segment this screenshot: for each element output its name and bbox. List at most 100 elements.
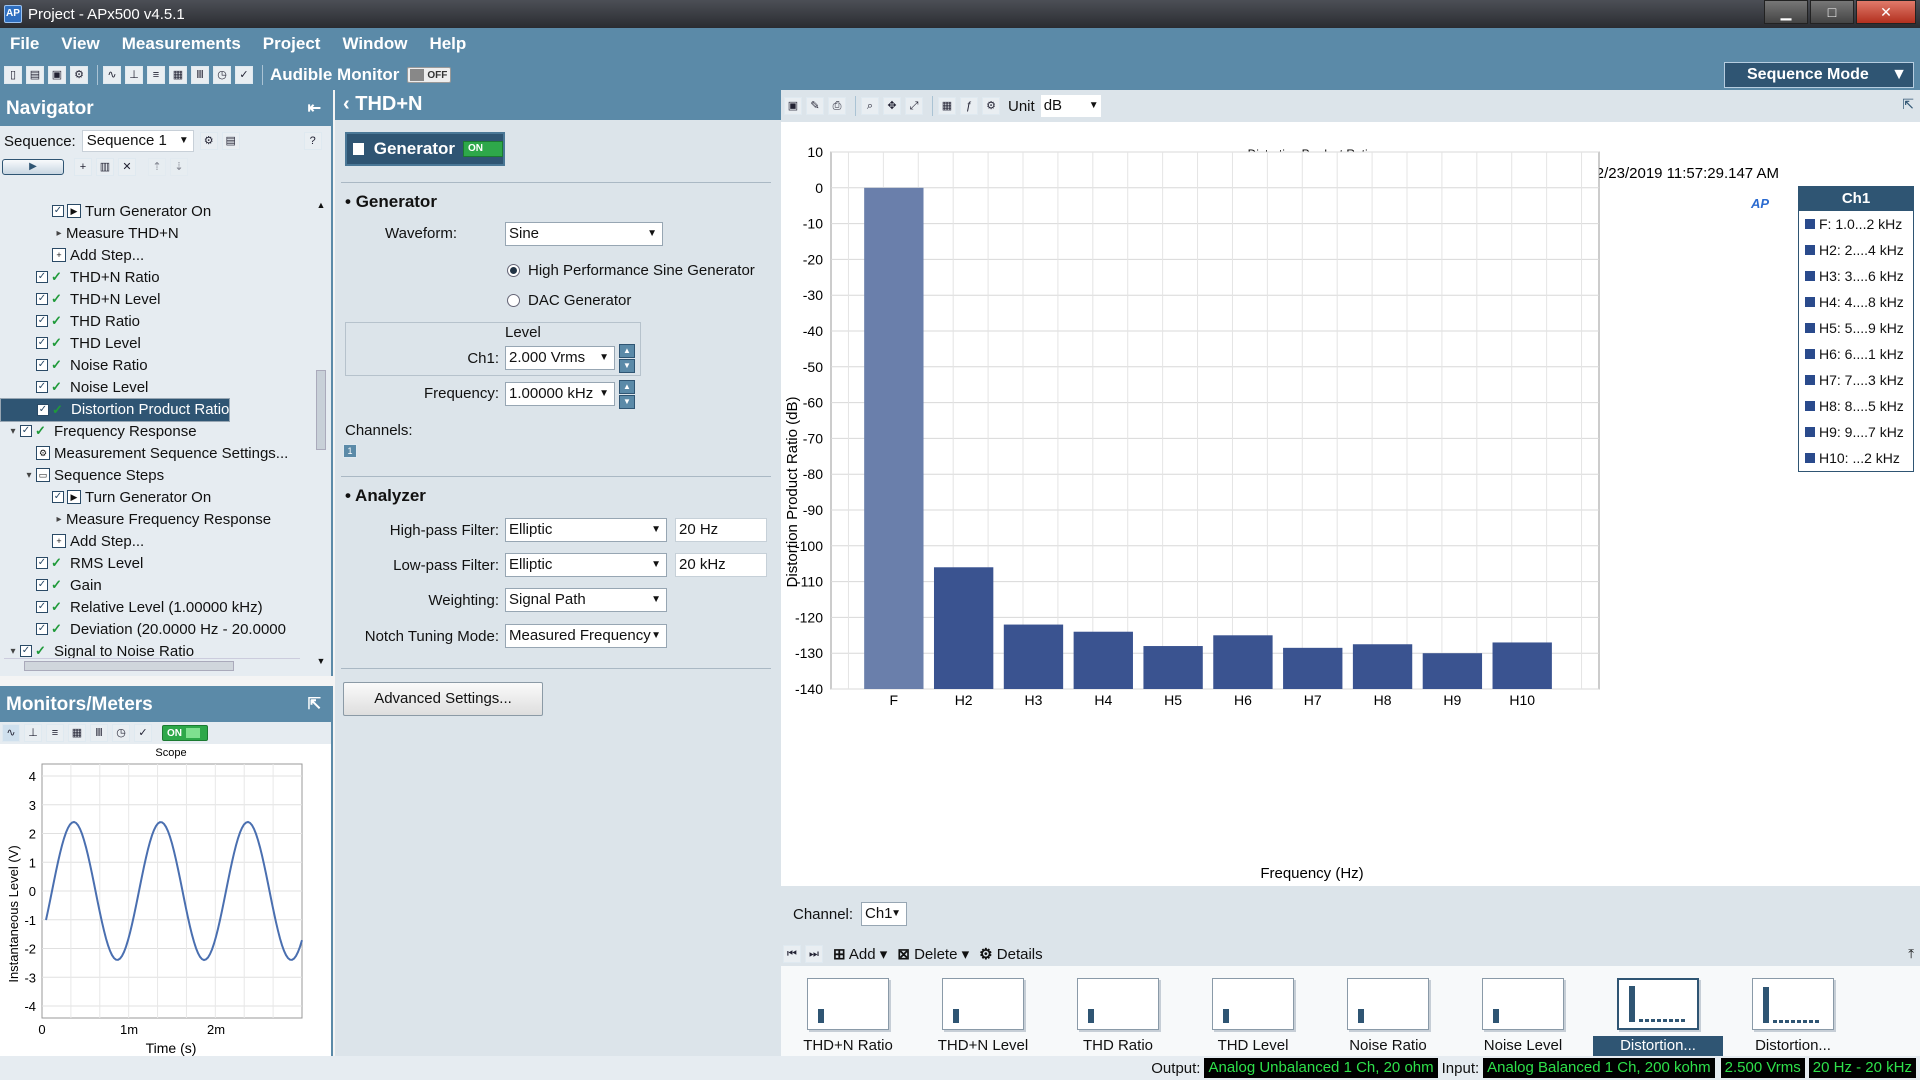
chart-legend[interactable]: Ch1 F: 1.0...2 kHz H2: 2....4 kHz H3: 3...… bbox=[1798, 186, 1914, 472]
autoscale-icon[interactable]: ⤢ bbox=[905, 97, 923, 115]
check-icon[interactable]: ✓ bbox=[134, 724, 152, 742]
high-performance-radio[interactable]: High Performance Sine Generator bbox=[507, 262, 755, 279]
input-status[interactable]: Analog Balanced 1 Ch, 200 kohm bbox=[1483, 1058, 1715, 1078]
frequency-spinner[interactable]: ▲ ▼ bbox=[619, 380, 635, 410]
down-arrow-icon[interactable]: ▼ bbox=[619, 395, 635, 409]
highpass-filter-select[interactable]: Elliptic ▼ bbox=[505, 518, 667, 542]
navigator-horizontal-scrollbar[interactable] bbox=[4, 658, 300, 672]
lowpass-frequency-input[interactable]: 20 kHz bbox=[675, 553, 767, 577]
check-icon[interactable]: ✓ bbox=[235, 66, 253, 84]
meters-icon[interactable]: ≡ bbox=[46, 724, 64, 742]
scroll-thumb[interactable] bbox=[316, 370, 326, 450]
legend-item[interactable]: H9: 9....7 kHz bbox=[1799, 419, 1913, 445]
tree-item[interactable]: ✓ ✓ THD+N Level bbox=[0, 288, 318, 310]
channel-1-button[interactable]: 1 bbox=[343, 444, 357, 458]
clock-icon[interactable]: ◷ bbox=[213, 66, 231, 84]
tree-item[interactable]: ✓ ▶ Turn Generator On bbox=[0, 200, 318, 222]
tree-item[interactable]: + Add Step... bbox=[0, 244, 318, 266]
signal-path-icon[interactable]: ▦ bbox=[68, 724, 86, 742]
close-button[interactable]: ✕ bbox=[1856, 0, 1916, 24]
output-status[interactable]: Analog Unbalanced 1 Ch, 20 ohm bbox=[1204, 1058, 1438, 1078]
result-thumbnail[interactable]: THD+N Level bbox=[918, 978, 1048, 1056]
legend-item[interactable]: H7: 7....3 kHz bbox=[1799, 367, 1913, 393]
up-arrow-icon[interactable]: ▲ bbox=[619, 380, 635, 394]
scroll-down-icon[interactable]: ▼ bbox=[315, 656, 327, 666]
frequency-input[interactable]: 1.00000 kHz ▼ bbox=[505, 382, 615, 406]
menu-measurements[interactable]: Measurements bbox=[122, 34, 241, 54]
tree-item[interactable]: + Add Step... bbox=[0, 530, 318, 552]
menu-file[interactable]: File bbox=[10, 34, 39, 54]
monitors-toggle[interactable]: ON bbox=[162, 725, 208, 741]
menu-view[interactable]: View bbox=[61, 34, 99, 54]
up-arrow-icon[interactable]: ▲ bbox=[619, 344, 635, 358]
minimize-button[interactable]: ▁ bbox=[1764, 0, 1808, 24]
weighting-select[interactable]: Signal Path ▼ bbox=[505, 588, 667, 612]
legend-item[interactable]: H6: 6....1 kHz bbox=[1799, 341, 1913, 367]
tree-item[interactable]: ✓ ✓ THD+N Ratio bbox=[0, 266, 318, 288]
clock-icon[interactable]: ◷ bbox=[112, 724, 130, 742]
tree-item[interactable]: ✓ ✓ THD Level bbox=[0, 332, 318, 354]
legend-item[interactable]: H10: ...2 kHz bbox=[1799, 445, 1913, 471]
result-thumbnail[interactable]: Noise Ratio bbox=[1323, 978, 1453, 1056]
tree-item[interactable]: ✓ ✓ RMS Level bbox=[0, 552, 318, 574]
graph-settings-icon[interactable]: ⚙ bbox=[982, 97, 1000, 115]
lowpass-filter-select[interactable]: Elliptic ▼ bbox=[505, 553, 667, 577]
sequence-mode-dropdown[interactable]: Sequence Mode ▼ bbox=[1724, 62, 1914, 88]
level-status[interactable]: 2.500 Vrms bbox=[1720, 1058, 1805, 1078]
ch1-level-spinner[interactable]: ▲ ▼ bbox=[619, 344, 635, 374]
sequence-report-icon[interactable]: ▤ bbox=[221, 132, 240, 150]
settings-gear-icon[interactable]: ⚙ bbox=[70, 66, 88, 84]
result-thumbnail[interactable]: Noise Level bbox=[1458, 978, 1588, 1056]
tree-item[interactable]: ✓ ✓ Gain bbox=[0, 574, 318, 596]
scroll-up-icon[interactable]: ▲ bbox=[315, 200, 327, 210]
delete-icon[interactable]: ✕ bbox=[118, 158, 136, 176]
level-meters-icon[interactable]: Ⅲ bbox=[90, 724, 108, 742]
result-thumbnail[interactable]: THD Ratio bbox=[1053, 978, 1183, 1056]
help-icon[interactable]: ? bbox=[303, 132, 322, 150]
menu-help[interactable]: Help bbox=[429, 34, 466, 54]
legend-item[interactable]: H3: 3....6 kHz bbox=[1799, 263, 1913, 289]
menu-window[interactable]: Window bbox=[342, 34, 407, 54]
tree-item[interactable]: ⚙ Measurement Sequence Settings... bbox=[0, 442, 318, 464]
unit-select[interactable]: dB ▼ bbox=[1040, 95, 1101, 117]
waveform-select[interactable]: Sine ▼ bbox=[505, 222, 663, 246]
advanced-settings-button[interactable]: Advanced Settings... bbox=[343, 682, 543, 716]
tree-item[interactable]: ✓ ✓ Relative Level (1.00000 kHz) bbox=[0, 596, 318, 618]
edit-graph-icon[interactable]: ✎ bbox=[806, 97, 824, 115]
add-result-icon[interactable]: ▥ bbox=[96, 158, 114, 176]
highpass-frequency-input[interactable]: 20 Hz bbox=[675, 518, 767, 542]
print-icon[interactable]: ⎙ bbox=[828, 97, 846, 115]
pan-icon[interactable]: ✥ bbox=[883, 97, 901, 115]
legend-item[interactable]: H4: 4....8 kHz bbox=[1799, 289, 1913, 315]
notch-tuning-select[interactable]: Measured Frequency ▼ bbox=[505, 624, 667, 648]
collapse-icon[interactable]: ⤒ bbox=[1908, 946, 1914, 962]
legend-item[interactable]: H5: 5....9 kHz bbox=[1799, 315, 1913, 341]
run-sequence-button[interactable]: ▶ bbox=[2, 159, 64, 175]
tree-item[interactable]: ✓ ✓ THD Ratio bbox=[0, 310, 318, 332]
tree-item[interactable]: ▾ ✓ ✓ Frequency Response bbox=[0, 420, 318, 442]
down-arrow-icon[interactable]: ▼ bbox=[619, 359, 635, 373]
fft-icon[interactable]: ⊥ bbox=[125, 66, 143, 84]
move-down-icon[interactable]: ⇣ bbox=[170, 158, 188, 176]
scope-icon[interactable]: ∿ bbox=[2, 724, 20, 742]
result-thumbnail[interactable]: THD+N Ratio bbox=[783, 978, 913, 1056]
last-result-icon[interactable]: ⏭ bbox=[805, 945, 823, 963]
zoom-icon[interactable]: ⌕ bbox=[861, 97, 879, 115]
fft-icon[interactable]: ⊥ bbox=[24, 724, 42, 742]
back-chevron-icon[interactable]: ‹ bbox=[343, 93, 350, 115]
legend-item[interactable]: H8: 8....5 kHz bbox=[1799, 393, 1913, 419]
add-result-button[interactable]: ⊞ Add ▾ bbox=[833, 945, 887, 963]
data-table-icon[interactable]: ▦ bbox=[938, 97, 956, 115]
dac-generator-radio[interactable]: DAC Generator bbox=[507, 292, 631, 309]
legend-item[interactable]: H2: 2....4 kHz bbox=[1799, 237, 1913, 263]
scope-icon[interactable]: ∿ bbox=[103, 66, 121, 84]
tree-item[interactable]: ▾ ▭ Sequence Steps bbox=[0, 464, 318, 486]
tree-item[interactable]: ✓ ✓ Deviation (20.0000 Hz - 20.0000 bbox=[0, 618, 318, 640]
result-thumbnail[interactable]: THD Level bbox=[1188, 978, 1318, 1056]
popout-icon[interactable]: ⇱ bbox=[1902, 96, 1914, 113]
tree-item[interactable]: ▸ Measure THD+N bbox=[0, 222, 318, 244]
generator-toggle-button[interactable]: Generator ON bbox=[345, 132, 505, 166]
result-thumbnail[interactable]: Distortion... bbox=[1593, 978, 1723, 1056]
legend-item[interactable]: F: 1.0...2 kHz bbox=[1799, 211, 1913, 237]
tree-item[interactable]: ▸ Measure Frequency Response bbox=[0, 508, 318, 530]
